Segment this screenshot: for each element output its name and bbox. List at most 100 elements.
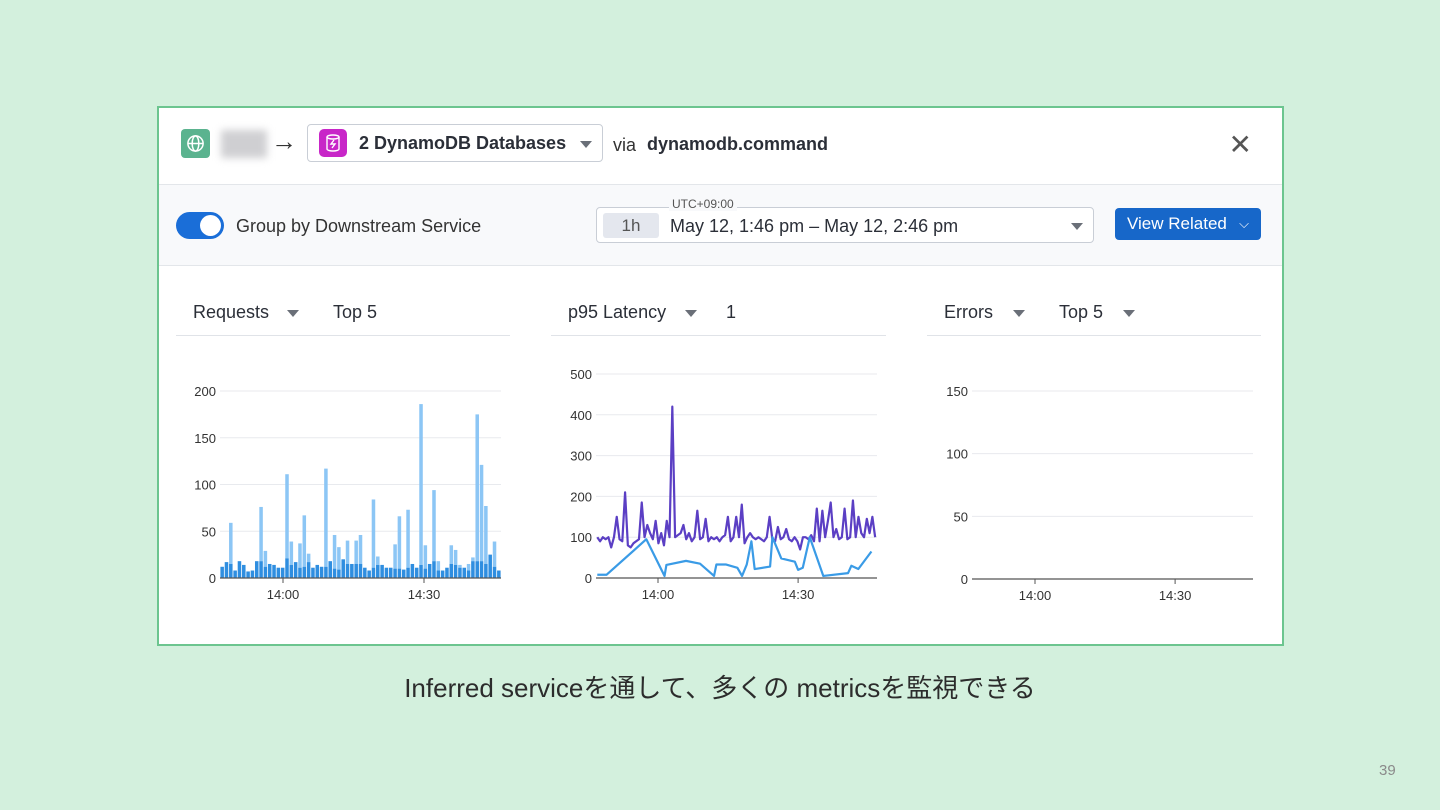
bar-base <box>466 570 471 578</box>
y-tick-label: 150 <box>194 431 216 446</box>
bar-base <box>267 563 272 578</box>
bar-base <box>341 559 345 578</box>
bar-base <box>332 568 337 578</box>
x-tick-label: 14:00 <box>642 587 675 602</box>
bar-base <box>440 570 445 578</box>
x-tick-label: 14:00 <box>1019 588 1052 603</box>
bar-base <box>423 568 428 578</box>
bar-base <box>324 566 328 578</box>
bar-base <box>263 566 268 578</box>
bar-base <box>345 563 350 578</box>
bar-total <box>393 544 397 569</box>
bar-total <box>354 540 358 564</box>
series-line-purple <box>596 405 877 551</box>
y-tick-label: 50 <box>954 509 968 524</box>
bar-base <box>337 569 341 578</box>
bar-base <box>393 568 397 578</box>
bar-total <box>419 404 423 565</box>
bar-total <box>376 556 380 565</box>
bar-total <box>479 464 484 562</box>
bar-base <box>453 564 458 578</box>
page-number: 39 <box>1379 762 1396 779</box>
bar-total <box>302 515 307 567</box>
bar-base <box>488 554 492 578</box>
y-tick-label: 300 <box>570 449 592 464</box>
bar-base <box>419 564 423 578</box>
bar-base <box>367 570 371 578</box>
y-tick-label: 0 <box>209 571 216 586</box>
bar-base <box>242 564 246 578</box>
bar-base <box>414 567 419 578</box>
bar-base <box>380 564 384 578</box>
bar-base <box>250 570 255 578</box>
bar-base <box>484 563 488 578</box>
bar-base <box>427 563 432 578</box>
bar-base <box>436 570 441 578</box>
bar-total <box>332 534 337 569</box>
bar-total <box>358 534 363 564</box>
bar-base <box>276 567 281 578</box>
bar-total <box>432 490 436 562</box>
y-tick-label: 200 <box>194 384 216 399</box>
bar-total <box>492 541 497 567</box>
bar-base <box>410 563 415 578</box>
y-tick-label: 50 <box>202 524 216 539</box>
bar-base <box>315 564 320 578</box>
bar-total <box>471 557 475 562</box>
bar-base <box>311 567 315 578</box>
bar-total <box>285 474 289 559</box>
slide-caption: Inferred serviceを通して、多くの metricsを監視できる <box>404 673 1036 703</box>
y-tick-label: 100 <box>194 478 216 493</box>
bar-base <box>259 561 263 578</box>
y-tick-label: 400 <box>570 408 592 423</box>
y-tick-label: 100 <box>570 530 592 545</box>
bar-base <box>475 561 479 578</box>
bar-total <box>289 541 294 565</box>
bar-base <box>289 564 294 578</box>
bar-base <box>497 570 501 578</box>
bar-base <box>354 563 358 578</box>
bar-base <box>306 562 311 578</box>
bar-total <box>306 553 311 563</box>
bar-base <box>462 567 467 578</box>
bar-base <box>479 561 484 578</box>
bar-total <box>371 499 376 568</box>
bar-base <box>449 563 454 578</box>
bar-total <box>484 506 488 564</box>
bar-base <box>280 567 285 578</box>
bar-total <box>259 506 263 562</box>
bar-base <box>224 562 229 578</box>
bar-base <box>397 568 402 578</box>
x-tick-label: 14:30 <box>1159 588 1192 603</box>
bar-total <box>324 468 328 567</box>
bar-base <box>246 571 250 578</box>
bar-total <box>406 509 410 568</box>
bar-total <box>263 550 268 567</box>
bar-base <box>358 563 363 578</box>
bar-total <box>423 545 428 569</box>
bar-base <box>237 561 242 578</box>
x-tick-label: 14:30 <box>782 587 815 602</box>
bar-total <box>397 516 402 569</box>
bar-base <box>229 563 233 578</box>
bar-total <box>475 414 479 562</box>
bar-base <box>492 566 497 578</box>
bar-base <box>220 566 224 578</box>
bar-base <box>302 566 307 578</box>
bar-base <box>272 564 276 578</box>
bar-total <box>449 545 454 564</box>
x-tick-label: 14:00 <box>267 587 300 602</box>
bar-base <box>363 567 367 578</box>
bar-base <box>350 563 354 578</box>
bar-base <box>293 562 298 578</box>
x-tick-label: 14:30 <box>408 587 441 602</box>
bar-base <box>432 561 436 578</box>
bar-total <box>458 564 462 568</box>
y-tick-label: 100 <box>946 447 968 462</box>
series-line-blue <box>597 536 873 578</box>
bar-base <box>458 567 462 578</box>
bar-base <box>384 567 389 578</box>
bar-base <box>471 561 475 578</box>
bar-base <box>328 561 332 578</box>
bar-total <box>337 547 341 570</box>
